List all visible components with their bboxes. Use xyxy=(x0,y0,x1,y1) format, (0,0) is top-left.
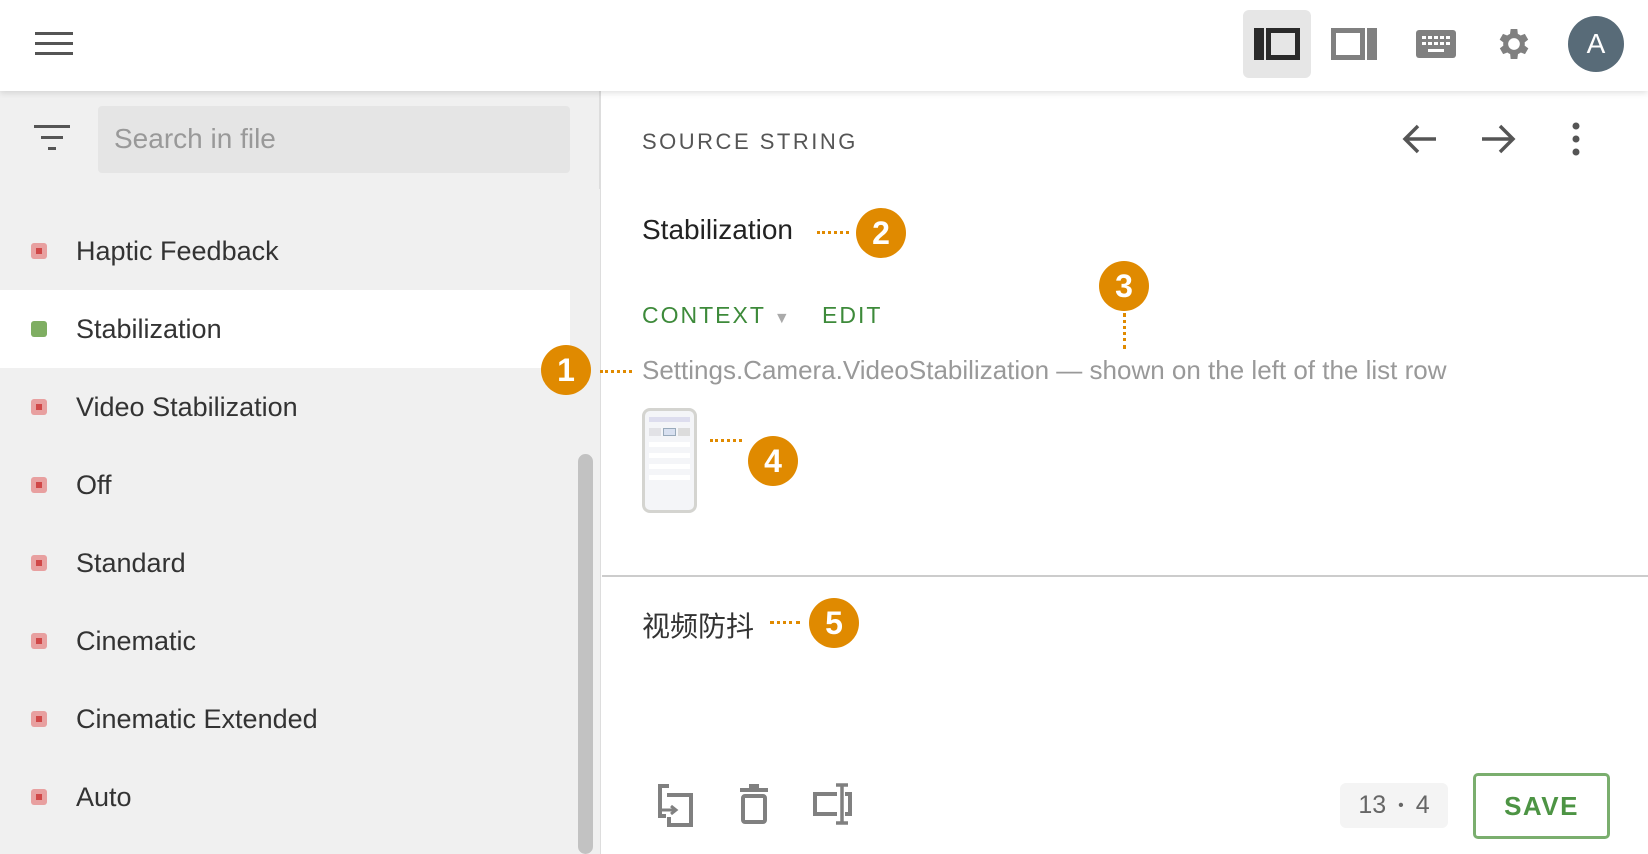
insert-placeholder-button[interactable] xyxy=(812,783,854,830)
list-item[interactable]: Standard xyxy=(0,524,570,602)
character-counter: 13 • 4 xyxy=(1340,783,1448,828)
translation-input[interactable]: 视频防抖 xyxy=(642,605,754,645)
callout-leader xyxy=(1123,313,1126,349)
hamburger-menu-button[interactable] xyxy=(20,10,88,78)
list-item-label: Cinematic Extended xyxy=(76,703,318,734)
translation-length: 4 xyxy=(1415,791,1430,819)
context-label: CONTEXT xyxy=(642,302,766,328)
callout-badge-1: 1 xyxy=(541,345,591,395)
list-item-label: Auto xyxy=(76,781,132,812)
filter-button[interactable] xyxy=(34,125,70,156)
untranslated-status-icon xyxy=(31,399,47,415)
callout-leader xyxy=(710,439,742,442)
list-item[interactable]: Cinematic Extended xyxy=(0,680,570,758)
list-item-label: Off xyxy=(76,469,112,500)
callout-leader xyxy=(817,231,849,234)
callout-leader xyxy=(600,370,632,373)
untranslated-status-icon xyxy=(31,711,47,727)
copy-source-icon xyxy=(658,784,693,827)
list-item[interactable]: Cinematic xyxy=(0,602,570,680)
save-button[interactable]: SAVE xyxy=(1473,773,1610,839)
avatar[interactable]: A xyxy=(1568,16,1624,72)
search-input[interactable]: Search in file xyxy=(98,106,570,173)
callout-badge-3: 3 xyxy=(1099,261,1149,311)
keyboard-button[interactable] xyxy=(1402,10,1470,78)
string-list-sidebar: Search in file Haptic Feedback Stabiliza… xyxy=(0,91,601,854)
callout-badge-2: 2 xyxy=(856,208,906,258)
context-toggle[interactable]: CONTEXT ▼ xyxy=(642,302,792,329)
callout-badge-5: 5 xyxy=(809,598,859,648)
scrollbar-thumb[interactable] xyxy=(578,454,593,854)
layout-right-button[interactable] xyxy=(1320,10,1388,78)
top-bar: A xyxy=(0,0,1648,91)
list-item-label: Video Stabilization xyxy=(76,391,298,422)
sidebar-left-layout-icon xyxy=(1254,28,1300,60)
scrollbar-track[interactable] xyxy=(571,189,600,854)
text-cursor-box-icon xyxy=(813,783,852,825)
settings-button[interactable] xyxy=(1480,10,1548,78)
source-text: Stabilization xyxy=(642,214,793,245)
untranslated-status-icon xyxy=(31,555,47,571)
callout-leader xyxy=(770,621,800,624)
screenshot-thumbnail[interactable] xyxy=(642,408,697,513)
source-length: 13 xyxy=(1358,791,1387,819)
editor-panel: SOURCE STRING Stabilization 2 3 CONTEXT … xyxy=(600,91,1648,854)
list-item-label: Haptic Feedback xyxy=(76,235,279,266)
previous-string-button[interactable] xyxy=(1402,121,1438,162)
divider xyxy=(602,575,1648,577)
list-item-selected[interactable]: Stabilization xyxy=(0,290,570,368)
filter-icon xyxy=(34,125,70,150)
list-item[interactable]: Auto xyxy=(0,758,570,836)
hamburger-icon xyxy=(35,32,73,55)
keyboard-icon xyxy=(1416,30,1456,58)
translated-status-icon xyxy=(31,321,47,337)
arrow-right-icon xyxy=(1482,124,1516,154)
untranslated-status-icon xyxy=(31,477,47,493)
list-item-label: Cinematic xyxy=(76,625,197,656)
more-vert-icon xyxy=(1572,122,1580,156)
copy-source-button[interactable] xyxy=(657,783,695,832)
list-item-label: Stabilization xyxy=(76,313,222,344)
untranslated-status-icon xyxy=(31,633,47,649)
string-list: Haptic Feedback Stabilization Video Stab… xyxy=(0,189,601,854)
list-item[interactable]: Video Stabilization xyxy=(0,368,570,446)
counter-separator: • xyxy=(1398,796,1404,814)
edit-context-link[interactable]: EDIT xyxy=(822,302,882,329)
triangle-down-icon: ▼ xyxy=(773,310,792,327)
next-string-button[interactable] xyxy=(1480,121,1516,162)
context-text: Settings.Camera.VideoStabilization — sho… xyxy=(642,355,1447,385)
untranslated-status-icon xyxy=(31,243,47,259)
trash-icon xyxy=(740,784,768,824)
clear-button[interactable] xyxy=(740,784,768,829)
layout-left-button[interactable] xyxy=(1243,10,1311,78)
list-item[interactable]: Haptic Feedback xyxy=(0,212,570,290)
source-string-heading: SOURCE STRING xyxy=(642,129,858,154)
list-item-label: Standard xyxy=(76,547,186,578)
callout-badge-4: 4 xyxy=(748,436,798,486)
gear-icon xyxy=(1499,29,1529,59)
arrow-left-icon xyxy=(1402,124,1436,154)
list-item[interactable]: Off xyxy=(0,446,570,524)
untranslated-status-icon xyxy=(31,789,47,805)
more-options-button[interactable] xyxy=(1568,121,1584,162)
sidebar-right-layout-icon xyxy=(1331,28,1377,60)
